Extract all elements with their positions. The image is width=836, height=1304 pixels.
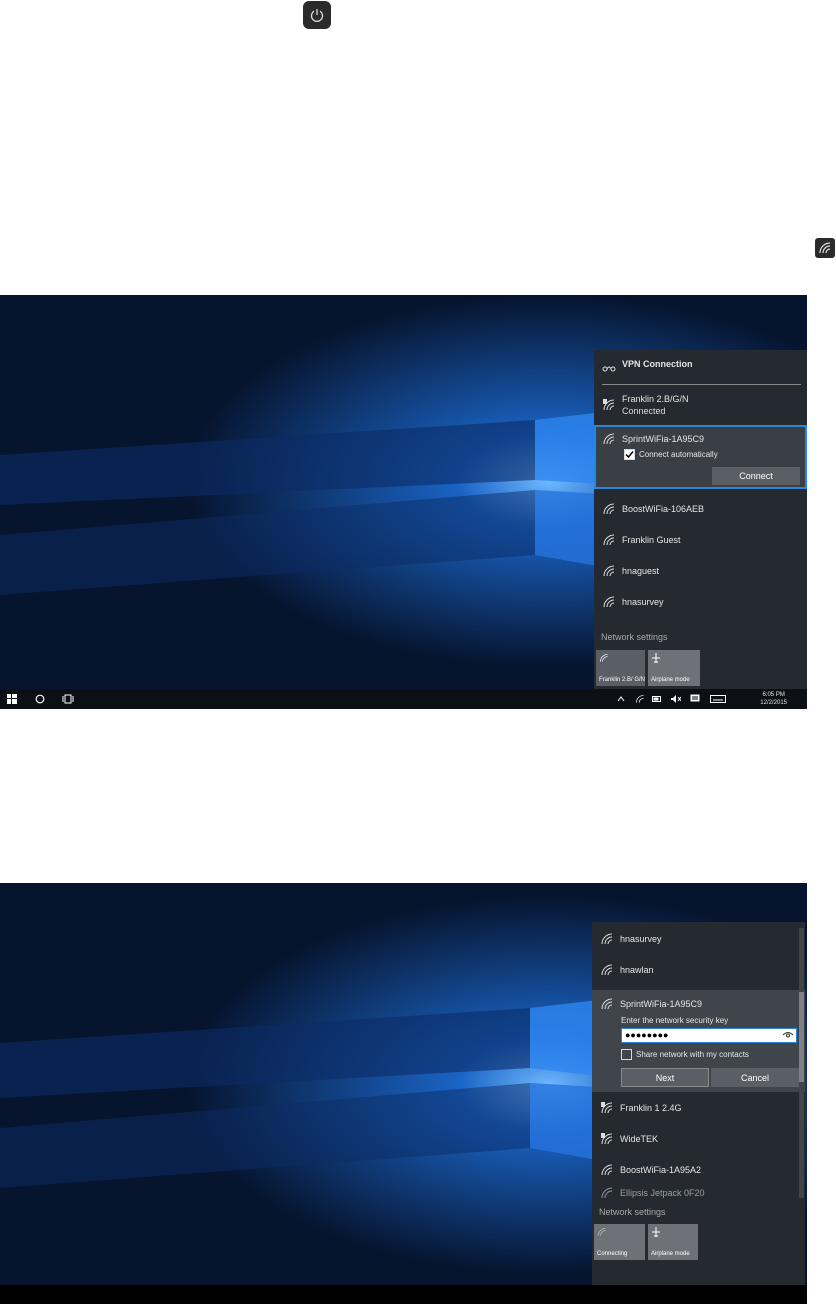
network-flyout: hnasurvey hnawlan SprintWiFia-1A95C9 Ent…	[592, 922, 805, 1304]
clock-date: 12/2/2015	[760, 700, 787, 706]
network-name: WideTEK	[620, 1134, 659, 1144]
wifi-icon[interactable]	[634, 693, 646, 705]
network-item-selected[interactable]: SprintWiFia-1A95C9 Connect automatically…	[594, 425, 807, 489]
search-circle-icon[interactable]	[34, 693, 46, 705]
reveal-password-icon[interactable]	[782, 1031, 794, 1041]
wifi-icon	[600, 932, 614, 946]
network-item[interactable]: hnasurvey	[594, 589, 807, 615]
network-item[interactable]: BoostWiFia-106AEB	[594, 496, 807, 522]
airplane-icon	[651, 1227, 661, 1239]
network-name: hnasurvey	[620, 934, 662, 944]
keyboard-icon[interactable]	[710, 693, 726, 705]
network-name: SprintWiFia-1A95C9	[620, 999, 703, 1009]
wifi-icon	[602, 533, 616, 547]
wifi-secured-icon	[600, 1101, 614, 1115]
network-name: Franklin Guest	[622, 535, 681, 545]
wifi-icon	[815, 238, 835, 258]
share-network-label: Share network with my contacts	[636, 1050, 749, 1059]
volume-mute-icon[interactable]	[670, 693, 682, 705]
network-item[interactable]: Ellipsis Jetpack 0F20	[592, 1186, 805, 1200]
network-item[interactable]: Franklin Guest	[594, 527, 807, 553]
network-name: hnaguest	[622, 566, 660, 576]
airplane-mode-tile[interactable]: Airplane mode	[648, 1224, 698, 1260]
task-view-icon[interactable]	[62, 693, 74, 705]
security-key-prompt: Enter the network security key	[621, 1016, 729, 1025]
airplane-mode-tile[interactable]: Airplane mode	[648, 650, 700, 686]
battery-icon[interactable]	[651, 693, 663, 705]
wifi-icon	[602, 432, 616, 446]
network-name: Franklin 2.B/G/N	[622, 394, 689, 404]
network-name: hnawlan	[620, 965, 654, 975]
wifi-icon	[599, 653, 609, 665]
security-key-input[interactable]: ●●●●●●●●	[621, 1028, 797, 1043]
network-item[interactable]: Franklin 1 2.4G	[592, 1095, 805, 1121]
connect-button[interactable]: Connect	[712, 467, 800, 485]
wifi-secured-icon	[602, 398, 616, 412]
chevron-up-icon[interactable]	[615, 693, 627, 705]
tile-label: Franklin 2.B/ G/N	[599, 677, 646, 683]
network-name: hnasurvey	[622, 597, 664, 607]
vpn-icon	[602, 362, 616, 376]
network-item[interactable]: BoostWiFia-1A95A2	[592, 1157, 805, 1183]
share-network-checkbox[interactable]	[621, 1049, 632, 1060]
action-center-icon[interactable]	[689, 693, 701, 705]
power-icon	[303, 1, 331, 29]
network-status: Connected	[622, 406, 666, 416]
wifi-icon	[600, 1186, 614, 1200]
network-item[interactable]: Franklin 2.B/G/N Connected	[594, 392, 807, 418]
vpn-connection[interactable]: VPN Connection	[594, 358, 807, 380]
wifi-tile[interactable]: Connecting	[594, 1224, 645, 1260]
scrollbar-thumb[interactable]	[799, 992, 804, 1082]
wifi-tile[interactable]: Franklin 2.B/ G/N	[596, 650, 645, 686]
network-flyout: VPN Connection Franklin 2.B/G/N Connecte…	[594, 350, 807, 689]
tile-label: Connecting	[597, 1251, 628, 1257]
password-value: ●●●●●●●●	[625, 1030, 669, 1040]
wifi-icon	[602, 502, 616, 516]
airplane-icon	[651, 653, 661, 665]
wifi-icon	[602, 595, 616, 609]
connect-automatically-checkbox[interactable]	[624, 449, 635, 460]
network-name: SprintWiFia-1A95C9	[622, 434, 705, 444]
network-name: BoostWiFia-106AEB	[622, 504, 705, 514]
wifi-icon	[600, 1163, 614, 1177]
wifi-icon	[600, 963, 614, 977]
windows-start-icon[interactable]	[6, 693, 18, 705]
wifi-secured-icon	[600, 1132, 614, 1146]
taskbar: 6:05 PM 12/2/2015	[0, 689, 807, 709]
wifi-icon	[597, 1227, 607, 1239]
divider	[602, 384, 801, 385]
network-item[interactable]: WideTEK	[592, 1126, 805, 1152]
wifi-icon	[600, 997, 614, 1011]
network-name: Franklin 1 2.4G	[620, 1103, 682, 1113]
network-name: Ellipsis Jetpack 0F20	[620, 1188, 705, 1198]
network-item[interactable]: hnawlan	[592, 957, 805, 983]
connect-automatically-label: Connect automatically	[639, 450, 718, 459]
clock-time: 6:05 PM	[762, 692, 785, 698]
network-item[interactable]: hnaguest	[594, 558, 807, 584]
network-item[interactable]: hnasurvey	[592, 926, 805, 952]
wifi-icon	[602, 564, 616, 578]
tile-label: Airplane mode	[651, 1251, 690, 1257]
network-settings-link[interactable]: Network settings	[599, 1207, 666, 1217]
vpn-label: VPN Connection	[622, 359, 693, 369]
taskbar	[0, 1285, 807, 1304]
taskbar-clock[interactable]: 6:05 PM 12/2/2015	[760, 691, 787, 707]
desktop-screenshot-1: VPN Connection Franklin 2.B/G/N Connecte…	[0, 295, 807, 709]
tile-label: Airplane mode	[651, 677, 690, 683]
network-settings-link[interactable]: Network settings	[601, 632, 668, 642]
desktop-screenshot-2: hnasurvey hnawlan SprintWiFia-1A95C9 Ent…	[0, 883, 807, 1304]
network-name: BoostWiFia-1A95A2	[620, 1165, 702, 1175]
cancel-button[interactable]: Cancel	[711, 1068, 799, 1087]
next-button[interactable]: Next	[621, 1068, 709, 1087]
